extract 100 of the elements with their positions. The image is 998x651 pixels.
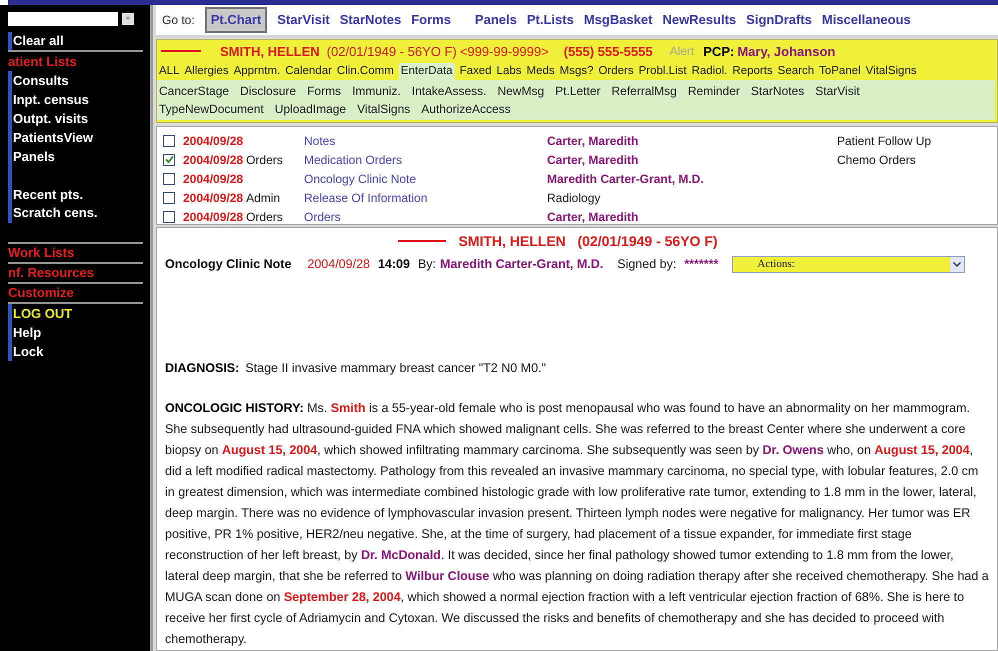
checkbox[interactable] [163, 172, 175, 185]
chart-tab[interactable]: StarVisit [815, 82, 860, 100]
chart-tab[interactable]: Allergies [184, 62, 229, 80]
by-label: By: [418, 256, 436, 273]
nav-link[interactable]: StarVisit [277, 10, 330, 30]
sidebar-item[interactable]: Panels [13, 146, 55, 166]
chart-tab[interactable]: Reports [732, 62, 773, 80]
chart-tab[interactable]: EnterData [398, 62, 455, 80]
sidebar-item[interactable]: Clear all [13, 31, 64, 51]
chart-tab[interactable]: Radiol. [692, 62, 728, 80]
chart-tab[interactable]: ReferralMsg [612, 82, 677, 100]
document-author: Radiology [547, 190, 600, 205]
caret-icon [950, 256, 964, 272]
document-link[interactable]: Medication Orders [304, 152, 402, 167]
diagnosis-label: DIAGNOSIS: [165, 360, 240, 378]
nav-link[interactable]: Miscellaneous [822, 10, 911, 30]
document-author: Carter, Maredith [547, 152, 638, 167]
sidebar-item[interactable]: Scratch cens. [13, 203, 98, 223]
document-type: Orders [246, 152, 283, 169]
section-link[interactable]: nf. Resources [8, 263, 94, 283]
section-link[interactable]: Work Lists [8, 243, 74, 263]
chart-tab[interactable]: Meds [526, 62, 555, 80]
document-date: 2004/09/28 [183, 208, 244, 224]
note-author: Maredith Carter-Grant, M.D. [440, 256, 604, 273]
chart-tab[interactable]: Disclosure [240, 82, 296, 100]
section-link[interactable]: atient Lists [8, 52, 77, 72]
document-author: Carter, Maredith [547, 210, 638, 224]
document-link[interactable]: Notes [304, 134, 336, 148]
nav-link[interactable]: MsgBasket [584, 10, 652, 30]
chart-tab[interactable]: NewMsg [497, 82, 544, 100]
sidebar-item[interactable]: Consults [13, 70, 69, 90]
chart-tab[interactable]: CancerStage [159, 82, 230, 100]
chart-tab[interactable]: Apprntm. [234, 62, 280, 80]
nav-link[interactable]: Forms [411, 10, 451, 30]
document-date: 2004/09/28 [183, 190, 244, 207]
chart-tab[interactable]: ToPanel [819, 62, 861, 80]
document-author: Carter, Maredith [547, 134, 638, 148]
chart-tab[interactable]: Labs [496, 62, 522, 80]
dash-line [398, 240, 446, 242]
document-link[interactable]: Release Of Information [304, 190, 428, 205]
checkbox[interactable] [163, 134, 175, 147]
patient-name: SMITH, HELLEN [220, 42, 320, 61]
diagnosis-text: Stage II invasive mammary breast cancer "T2 N0 M0." [245, 360, 546, 378]
chart-tab[interactable]: Clin.Comm [336, 62, 394, 80]
chart-tab[interactable]: UploadImage [274, 100, 346, 118]
chart-tab[interactable]: IntakeAssess. [412, 82, 486, 100]
dash-line [161, 50, 201, 52]
checkbox[interactable] [163, 210, 175, 223]
logout-link[interactable]: LOG OUT [13, 304, 72, 324]
chart-tab[interactable]: VitalSigns [357, 100, 410, 118]
nav-link[interactable]: StarNotes [340, 10, 402, 30]
document-category: Patient Follow Up [837, 132, 932, 150]
alert-label: Alert [670, 43, 694, 60]
chart-tab[interactable]: ALL [159, 62, 180, 80]
chart-tab[interactable]: VitalSigns [866, 62, 917, 80]
sidebar-item[interactable]: Recent pts. [13, 184, 84, 204]
sidebar-item[interactable]: Outpt. visits [13, 108, 88, 128]
chart-tab[interactable]: Search [778, 62, 814, 80]
chart-tab[interactable]: AuthorizeAccess [421, 100, 511, 118]
pcp-label: PCP: [703, 42, 734, 61]
document-date: 2004/09/28 [183, 132, 244, 150]
sidebar-item[interactable]: PatientsView [13, 128, 93, 148]
chart-tab[interactable]: Faxed [460, 62, 492, 80]
signature: ******* [684, 256, 718, 273]
chart-tab[interactable]: Immuniz. [352, 82, 401, 100]
chart-tab[interactable]: Probl.List [638, 62, 687, 80]
document-link[interactable]: Oncology Clinic Note [304, 172, 416, 186]
nav-link[interactable]: NewResults [662, 10, 736, 30]
nav-link[interactable]: Panels [474, 10, 517, 30]
document-type: Admin [246, 190, 280, 207]
chart-tab[interactable]: TypeNewDocument [159, 100, 264, 118]
sidebar-item[interactable]: Inpt. census [13, 90, 89, 110]
search-field[interactable] [8, 12, 118, 26]
pcp-name: Mary, Johanson [737, 42, 836, 61]
nav-link[interactable]: Pt.Lists [526, 10, 574, 30]
sidebar-item[interactable]: Help [13, 322, 42, 342]
patient-phone: (555) 555-5555 [564, 42, 653, 61]
document-author: Maredith Carter-Grant, M.D. [547, 172, 704, 186]
note-header: SMITH, HELLEN (02/01/1949 - 56YO F) [458, 232, 718, 251]
patient-dob: (02/01/1949 - 56YO F) [326, 42, 457, 61]
chart-tab[interactable]: Orders [598, 62, 634, 80]
chart-tab[interactable]: Pt.Letter [555, 82, 600, 100]
chart-tab[interactable]: Forms [307, 82, 342, 100]
signed-label: Signed by: [617, 256, 676, 273]
nav-link[interactable]: SignDrafts [746, 10, 812, 30]
actions-dropdown[interactable]: Actions: [732, 256, 966, 273]
goto-label: Go to: [162, 12, 195, 30]
section-link[interactable]: Customize [8, 283, 74, 303]
checkbox[interactable] [163, 192, 175, 204]
note-title: Oncology Clinic Note [165, 256, 292, 273]
chart-tab[interactable]: StarNotes [750, 82, 804, 100]
chart-tab[interactable]: Reminder [688, 82, 740, 100]
document-category: Chemo Orders [837, 152, 916, 169]
document-link[interactable]: Orders [304, 210, 341, 224]
checkbox[interactable] [163, 154, 175, 166]
nav-link[interactable]: Pt.Chart [204, 7, 268, 33]
chart-tab[interactable]: Msgs? [560, 62, 594, 80]
chart-tab[interactable]: Calendar [285, 62, 332, 80]
document-type: Orders [246, 208, 283, 224]
sidebar-item[interactable]: Lock [13, 342, 44, 362]
